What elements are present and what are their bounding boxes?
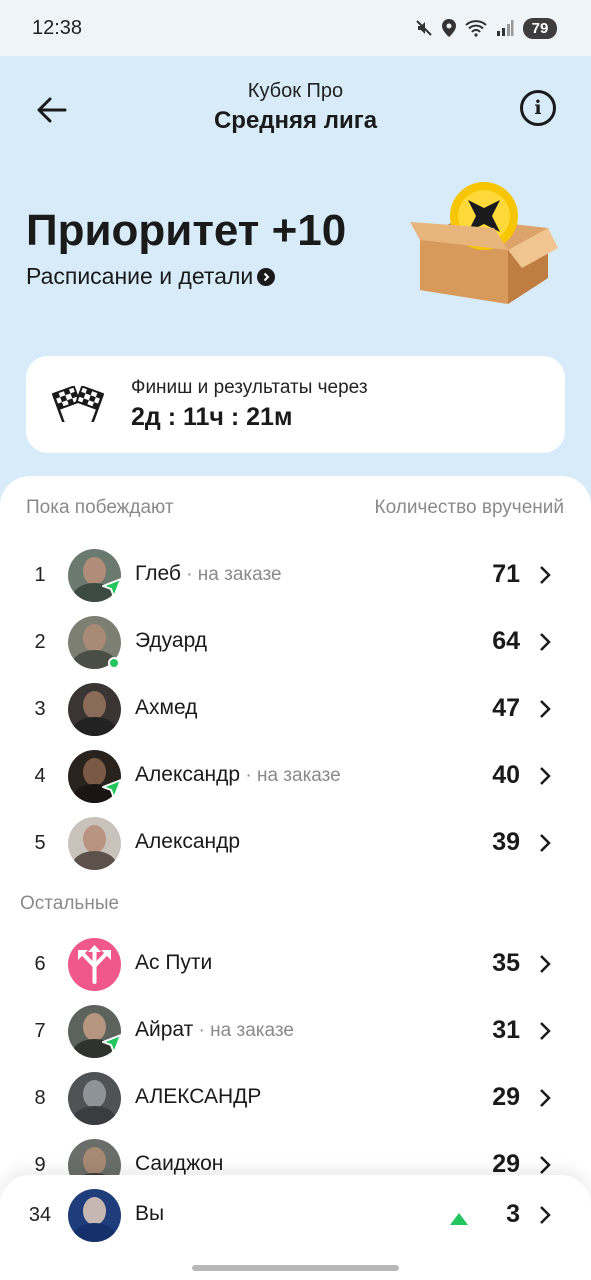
header-title: Кубок Про [247,80,344,102]
driver-name: Саиджон [135,1152,224,1175]
leaderboard-row[interactable]: 7 Айрат · на заказе 31 [0,998,591,1064]
status-bar: 12:38 79 [0,0,591,56]
chevron-right-icon [540,633,551,651]
rank-up-triangle-icon [450,1213,468,1225]
driver-status: · на заказе [193,1020,294,1041]
others-section-label: Остальные [20,893,120,914]
home-indicator[interactable] [192,1265,399,1271]
delivery-count: 29 [492,1083,520,1111]
count-column-header: Количество вручений [374,497,564,518]
timer-label: Финиш и результаты через [131,377,368,398]
navigation-arrow-icon [102,1034,122,1054]
chevron-right-icon [540,700,551,718]
avatar [68,683,121,736]
chevron-right-icon [540,1206,551,1224]
driver-name: Александр · на заказе [135,763,341,786]
info-icon: i [534,97,542,119]
finish-timer-card: Финиш и результаты через 2д : 11ч : 21м [26,356,565,453]
rank: 6 [34,953,46,975]
leaderboard-row[interactable]: 1 Глеб · на заказе 71 [0,542,591,608]
driver-name: Ас Пути [135,951,213,974]
delivery-count: 35 [492,949,520,977]
prize-box-icon [410,182,558,304]
leaderboard-row[interactable]: 5 Александр 39 [0,810,591,876]
driver-name: Айрат · на заказе [135,1018,294,1041]
chevron-right-circle-icon [257,267,276,286]
driver-name: АЛЕКСАНДР [135,1085,262,1108]
info-button[interactable]: i [520,90,556,126]
chevron-right-icon [540,1089,551,1107]
rank: 1 [34,564,46,586]
status-time: 12:38 [32,16,83,39]
schedule-details-label: Расписание и детали [26,263,254,289]
rank: 5 [34,832,46,854]
driver-name: Глеб · на заказе [135,562,282,585]
driver-status: · на заказе [180,564,282,585]
avatar [68,817,121,870]
avatar [68,938,121,991]
navigation-arrow-icon [102,578,122,598]
rank: 3 [34,698,46,720]
leaderboard-row[interactable]: 4 Александр · на заказе 40 [0,743,591,809]
leaderboard-row[interactable]: 2 Эдуард 64 [0,609,591,675]
leaderboard-row[interactable]: 6 Ас Пути 35 [0,931,591,997]
chevron-right-icon [540,955,551,973]
split-arrows-icon [78,945,111,984]
schedule-details-link[interactable]: Расписание и детали [26,263,276,290]
battery-indicator: 79 [523,17,557,39]
status-icons: 79 [415,17,557,39]
online-status-dot [108,657,120,669]
timer-value: 2д : 11ч : 21м [131,403,293,431]
rank: 9 [34,1154,46,1176]
rank: 2 [34,631,46,653]
leaderboard-row[interactable]: 8 АЛЕКСАНДР 29 [0,1065,591,1131]
driver-name: Александр [135,830,241,853]
delivery-count: 64 [492,627,520,655]
delivery-count: 71 [492,560,520,588]
leaderboard-row[interactable]: 3 Ахмед 47 [0,676,591,742]
my-delivery-count: 3 [506,1200,520,1228]
my-name: Вы [135,1202,165,1225]
checkered-flags-icon [52,386,104,422]
delivery-count: 39 [492,828,520,856]
rank: 7 [34,1020,46,1042]
header-subtitle: Средняя лига [213,107,378,134]
delivery-count: 40 [492,761,520,789]
leaders-column-header: Пока побеждают [26,497,174,518]
my-row[interactable]: 34 Вы 3 [0,1182,591,1248]
chevron-right-icon [540,1022,551,1040]
driver-name: Эдуард [135,629,208,652]
signal-icon [497,20,514,36]
wifi-icon [465,20,487,37]
my-avatar [68,1189,121,1242]
driver-status: · на заказе [240,765,341,786]
header: Кубок Про Средняя лига i [0,56,591,160]
rank: 4 [34,765,46,787]
navigation-arrow-icon [102,779,122,799]
hero-title: Приоритет +10 [26,206,347,255]
chevron-right-icon [540,834,551,852]
my-rank: 34 [28,1204,52,1226]
chevron-right-icon [540,566,551,584]
delivery-count: 47 [492,694,520,722]
avatar [68,1072,121,1125]
chevron-right-icon [540,767,551,785]
mute-icon [416,20,432,36]
driver-name: Ахмед [135,696,198,719]
location-icon [442,19,456,37]
rank: 8 [34,1087,46,1109]
chevron-right-icon [540,1156,551,1174]
delivery-count: 31 [492,1016,520,1044]
